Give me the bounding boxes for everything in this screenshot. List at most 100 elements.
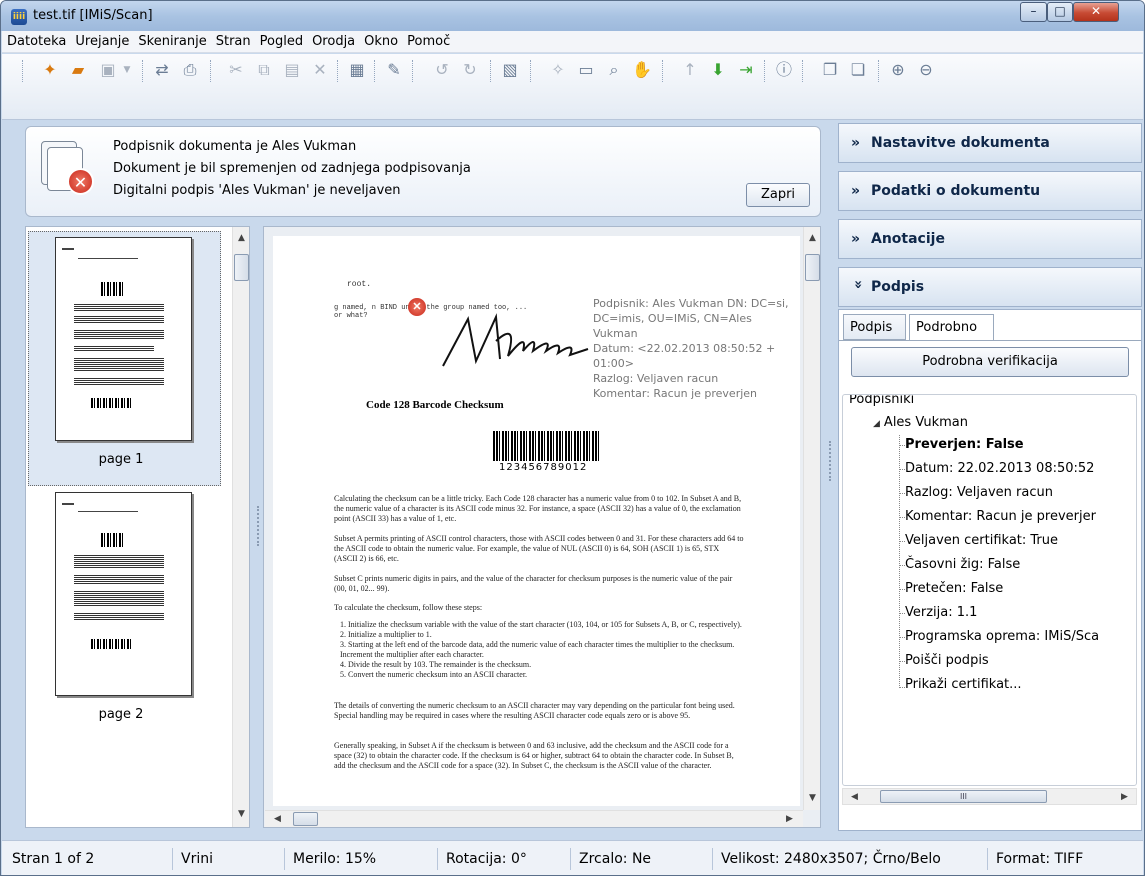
status-mirror: Zrcalo: Ne [570, 848, 704, 870]
copy-icon[interactable]: ⧉ [252, 58, 276, 82]
window-cascade-icon[interactable]: ❏ [846, 58, 870, 82]
paste-icon[interactable]: ▤ [280, 58, 304, 82]
section-podatki-o-dokumentu[interactable]: » Podatki o dokumentu [838, 171, 1142, 211]
window-title: test.tif [IMiS/Scan] [33, 8, 153, 23]
delete-icon[interactable]: ✕ [308, 58, 332, 82]
toolbar-separator [764, 60, 765, 82]
zoom-in-icon[interactable]: ⊕ [886, 58, 910, 82]
rotate-right-icon[interactable]: ↻ [458, 58, 482, 82]
properties-icon[interactable]: ▦ [345, 58, 369, 82]
side-panel: » Nastavitve dokumenta » Podatki o dokumen… [838, 123, 1144, 831]
notice-close-button[interactable]: Zapri [746, 183, 810, 207]
thumbnail-scrollbar[interactable]: ▲ ▼ [232, 227, 249, 827]
scroll-up-arrow-icon[interactable]: ▲ [804, 233, 821, 243]
scroll-right-arrow-icon[interactable]: ▶ [781, 814, 798, 824]
menu-stran[interactable]: Stran [211, 31, 255, 49]
save-icon[interactable]: ▣ [96, 58, 120, 82]
document-vertical-scrollbar[interactable]: ▲ ▼ [803, 227, 820, 810]
menu-pogled[interactable]: Pogled [255, 31, 307, 49]
scroll-down-arrow-icon[interactable]: ▼ [804, 793, 821, 803]
menu-datoteka[interactable]: Datoteka [2, 31, 70, 49]
scrollbar-thumb[interactable] [805, 254, 820, 281]
section-nastavitve-dokumenta[interactable]: » Nastavitve dokumenta [838, 123, 1142, 163]
arrow-up-icon[interactable]: ↑ [678, 58, 702, 82]
scroll-down-arrow-icon[interactable]: ▼ [233, 809, 250, 819]
close-window-button[interactable]: ✕ [1073, 2, 1119, 22]
scroll-right-arrow-icon[interactable]: ▶ [1116, 792, 1133, 802]
tree-expand-icon[interactable]: ◢ [873, 419, 880, 429]
tree-item-pretecen[interactable]: Pretečen: False [905, 581, 1003, 596]
zoom-out-icon[interactable]: ⊖ [914, 58, 938, 82]
notice-text: Podpisnik dokumenta je Ales Vukman Dokum… [113, 136, 471, 202]
tree-item-casovni-zig[interactable]: Časovni žig: False [905, 557, 1020, 572]
right-splitter-grip[interactable] [829, 441, 832, 481]
thumbnail-page-2[interactable] [55, 492, 192, 696]
left-splitter-grip[interactable] [257, 506, 260, 546]
minimize-button[interactable]: – [1020, 2, 1047, 22]
tree-item-komentar[interactable]: Komentar: Racun je preverjer [905, 509, 1096, 524]
scrollbar-thumb[interactable]: III [880, 790, 1047, 803]
notice-line-modified: Dokument je bil spremenjen od zadnjega p… [113, 161, 471, 176]
zoom-icon[interactable]: ⌕ [602, 58, 626, 82]
tree-item-datum[interactable]: Datum: 22.02.2013 08:50:52 [905, 461, 1094, 476]
scrollbar-thumb[interactable] [234, 254, 249, 281]
tree-connector [899, 435, 900, 688]
toolbar: ✦ ▰ ▣ ▼ ⇄ ⎙ ✂ ⧉ ▤ ✕ ▦ ✎ ↺ ↻ ▧ ✧ ▭ ⌕ ✋ ↑ … [2, 54, 1143, 120]
save-dropdown-icon[interactable]: ▼ [120, 58, 134, 82]
tree-horizontal-scrollbar[interactable]: ◀ III ▶ [842, 788, 1137, 805]
section-anotacije[interactable]: » Anotacije [838, 219, 1142, 259]
title-bar[interactable]: iiii test.tif [IMiS/Scan] – □ ✕ [1, 1, 1144, 31]
tree-item-razlog[interactable]: Razlog: Veljaven racun [905, 485, 1053, 500]
thumbnail-page-1[interactable] [55, 237, 192, 441]
tree-item-verzija[interactable]: Verzija: 1.1 [905, 605, 977, 620]
status-rotation: Rotacija: 0° [437, 848, 562, 870]
invalid-signature-icon: ✕ [41, 141, 97, 195]
new-document-icon[interactable]: ✦ [38, 58, 62, 82]
menu-urejanje[interactable]: Urejanje [70, 31, 133, 49]
window-single-icon[interactable]: ❐ [818, 58, 842, 82]
tree-item-veljaven-certifikat[interactable]: Veljaven certifikat: True [905, 533, 1058, 548]
tab-podrobno[interactable]: Podrobno [909, 314, 994, 341]
print-icon[interactable]: ⎙ [178, 58, 202, 82]
tree-signer-node[interactable]: ◢ Ales Vukman [873, 415, 968, 430]
info-icon[interactable]: ⓘ [772, 58, 796, 82]
tree-item-programska-oprema[interactable]: Programska oprema: IMiS/Sca [905, 629, 1099, 644]
menu-okno[interactable]: Okno [359, 31, 402, 49]
tree-item-prikazi-certifikat[interactable]: Prikaži certifikat... [905, 677, 1022, 692]
toolbar-separator [490, 60, 491, 82]
menu-pomoc[interactable]: Pomoč [402, 31, 454, 49]
section-label: Anotacije [871, 231, 945, 247]
hand-icon[interactable]: ✋ [630, 58, 654, 82]
tree-item-preverjen[interactable]: Preverjen: False [905, 437, 1024, 452]
insert-icon[interactable]: ⇥ [734, 58, 758, 82]
toolbar-separator [412, 60, 413, 82]
tree-item-poisci-podpis[interactable]: Poišči podpis [905, 653, 989, 668]
edit-icon[interactable]: ✎ [382, 58, 406, 82]
arrow-down-icon[interactable]: ⬇ [706, 58, 730, 82]
layers-icon[interactable]: ▧ [498, 58, 522, 82]
scan-icon[interactable]: ⇄ [150, 58, 174, 82]
tab-podpis[interactable]: Podpis [843, 314, 906, 340]
erase-icon[interactable]: ✧ [546, 58, 570, 82]
collapse-chevron-icon: » [850, 280, 866, 290]
section-label: Nastavitve dokumenta [871, 135, 1050, 151]
scroll-left-arrow-icon[interactable]: ◀ [846, 792, 863, 802]
detailed-verification-button[interactable]: Podrobna verifikacija [851, 347, 1129, 377]
document-horizontal-scrollbar[interactable]: ◀ ▶ [265, 810, 803, 827]
menu-skeniranje[interactable]: Skeniranje [133, 31, 210, 49]
scroll-left-arrow-icon[interactable]: ◀ [269, 814, 286, 824]
maximize-button[interactable]: □ [1047, 2, 1073, 22]
expand-chevron-icon: » [851, 231, 861, 247]
menu-orodja[interactable]: Orodja [307, 31, 359, 49]
rotate-left-icon[interactable]: ↺ [430, 58, 454, 82]
scrollbar-thumb[interactable] [293, 812, 318, 826]
section-podpis[interactable]: » Podpis [838, 267, 1142, 307]
open-folder-icon[interactable]: ▰ [66, 58, 90, 82]
signature-overlay-text: Podpisnik: Ales Vukman DN: DC=si, DC=imi… [593, 297, 789, 400]
signature-invalid-icon[interactable]: ✕ [408, 298, 426, 316]
cut-icon[interactable]: ✂ [224, 58, 248, 82]
scroll-up-arrow-icon[interactable]: ▲ [233, 233, 250, 243]
fit-page-icon[interactable]: ▭ [574, 58, 598, 82]
barcode-text: 123456789012 [499, 462, 588, 473]
thumbnail-panel: page 1 page 2 ▲ ▼ [25, 226, 250, 828]
